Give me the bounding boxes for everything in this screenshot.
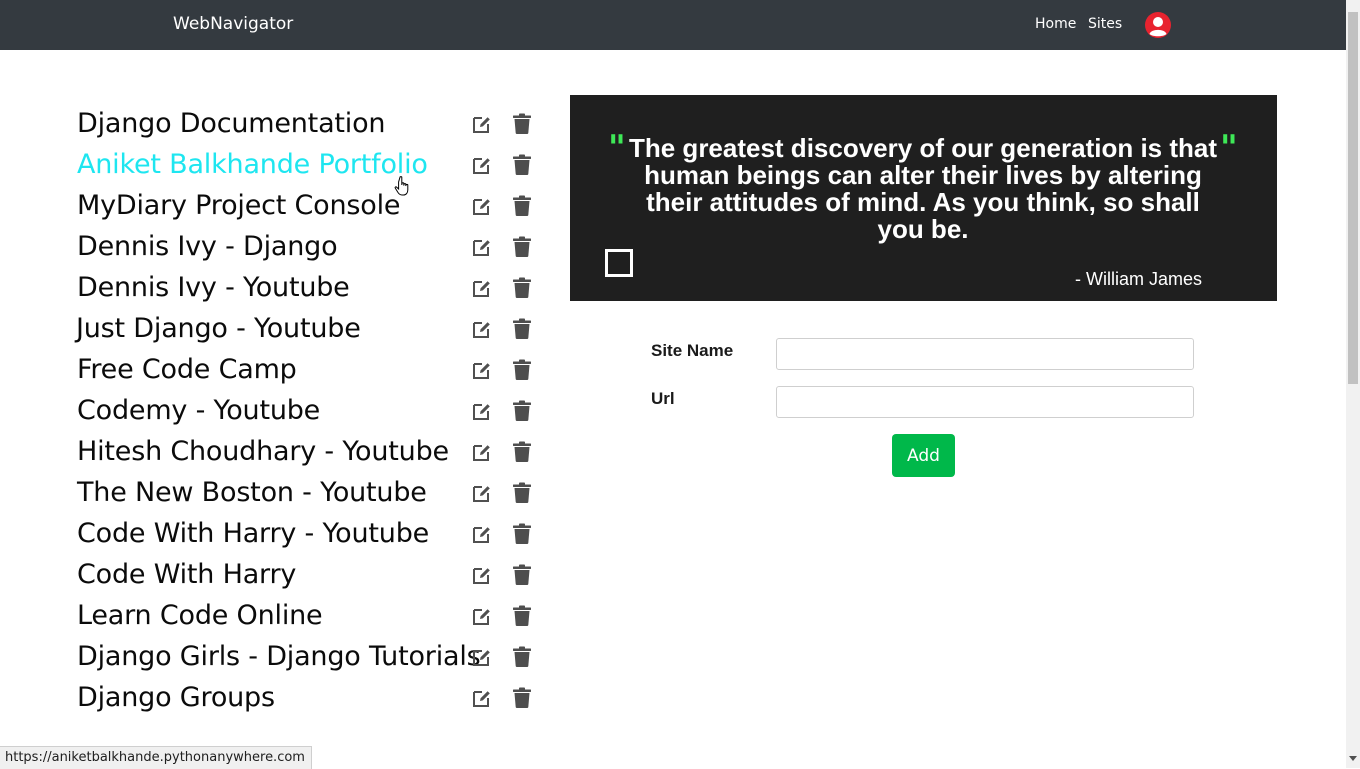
quote-card: " The greatest discovery of our generati… (570, 95, 1277, 301)
site-link[interactable]: Learn Code Online (77, 595, 323, 636)
edit-icon[interactable] (472, 647, 492, 667)
site-link[interactable]: Just Django - Youtube (76, 308, 361, 349)
edit-icon[interactable] (472, 401, 492, 421)
site-row: Django Documentation (0, 103, 560, 144)
edit-icon[interactable] (472, 278, 492, 298)
trash-icon[interactable] (513, 236, 531, 257)
close-quote-icon: " (1220, 128, 1238, 168)
trash-icon[interactable] (513, 605, 531, 626)
site-row: MyDiary Project Console (0, 185, 560, 226)
site-row: Learn Code Online (0, 595, 560, 636)
trash-icon[interactable] (513, 523, 531, 544)
edit-icon[interactable] (472, 360, 492, 380)
site-link[interactable]: Django Girls - Django Tutorials (77, 636, 481, 677)
site-link[interactable]: Code With Harry - Youtube (77, 513, 429, 554)
site-link[interactable]: Aniket Balkhande Portfolio (77, 144, 428, 185)
url-input[interactable] (776, 386, 1194, 418)
scroll-down-arrow-icon[interactable] (1349, 756, 1357, 761)
url-label: Url (651, 389, 675, 408)
site-row: The New Boston - Youtube (0, 472, 560, 513)
site-row: Dennis Ivy - Django (0, 226, 560, 267)
site-link[interactable]: Codemy - Youtube (77, 390, 320, 431)
site-row: Just Django - Youtube (0, 308, 560, 349)
edit-icon[interactable] (472, 442, 492, 462)
trash-icon[interactable] (513, 646, 531, 667)
site-link[interactable]: Django Groups (77, 677, 275, 718)
open-quote-icon: " (608, 128, 626, 168)
site-row: Codemy - Youtube (0, 390, 560, 431)
site-row: Dennis Ivy - Youtube (0, 267, 560, 308)
edit-icon[interactable] (472, 524, 492, 544)
edit-icon[interactable] (472, 114, 492, 134)
brand-link[interactable]: WebNavigator (173, 14, 293, 34)
quote-text: The greatest discovery of our generation… (628, 133, 1218, 244)
nav-sites-link[interactable]: Sites (1088, 16, 1122, 32)
status-bar-url: https://aniketbalkhande.pythonanywhere.c… (0, 746, 312, 769)
edit-icon[interactable] (472, 606, 492, 626)
site-link[interactable]: MyDiary Project Console (77, 185, 401, 226)
edit-icon[interactable] (472, 565, 492, 585)
trash-icon[interactable] (513, 441, 531, 462)
user-avatar-icon[interactable] (1145, 12, 1171, 38)
edit-icon[interactable] (472, 483, 492, 503)
trash-icon[interactable] (513, 687, 531, 708)
site-row: Aniket Balkhande Portfolio (0, 144, 560, 185)
add-button[interactable]: Add (892, 434, 955, 477)
edit-icon[interactable] (472, 196, 492, 216)
trash-icon[interactable] (513, 154, 531, 175)
site-link[interactable]: Dennis Ivy - Youtube (77, 267, 350, 308)
nav-home-link[interactable]: Home (1035, 16, 1076, 32)
trash-icon[interactable] (513, 482, 531, 503)
trash-icon[interactable] (513, 113, 531, 134)
edit-icon[interactable] (472, 688, 492, 708)
navbar: WebNavigator Home Sites (0, 0, 1346, 50)
site-row: Hitesh Choudhary - Youtube (0, 431, 560, 472)
edit-icon[interactable] (472, 237, 492, 257)
site-name-label: Site Name (651, 341, 734, 360)
site-link[interactable]: The New Boston - Youtube (77, 472, 427, 513)
site-link[interactable]: Dennis Ivy - Django (77, 226, 338, 267)
trash-icon[interactable] (513, 359, 531, 380)
site-row: Code With Harry (0, 554, 560, 595)
site-row: Free Code Camp (0, 349, 560, 390)
trash-icon[interactable] (513, 277, 531, 298)
trash-icon[interactable] (513, 400, 531, 421)
edit-icon[interactable] (472, 319, 492, 339)
scrollbar[interactable] (1346, 0, 1360, 768)
trash-icon[interactable] (513, 564, 531, 585)
trash-icon[interactable] (513, 318, 531, 339)
trash-icon[interactable] (513, 195, 531, 216)
edit-icon[interactable] (472, 155, 492, 175)
quote-author: - William James (1075, 269, 1203, 289)
site-row: Code With Harry - Youtube (0, 513, 560, 554)
site-link[interactable]: Django Documentation (77, 103, 386, 144)
scrollbar-thumb[interactable] (1348, 12, 1358, 384)
site-name-input[interactable] (776, 338, 1194, 370)
quote-checkbox[interactable] (605, 249, 633, 277)
site-row: Django Girls - Django Tutorials (0, 636, 560, 677)
site-link[interactable]: Code With Harry (77, 554, 296, 595)
site-link[interactable]: Hitesh Choudhary - Youtube (77, 431, 449, 472)
site-link[interactable]: Free Code Camp (77, 349, 297, 390)
site-row: Django Groups (0, 677, 560, 718)
